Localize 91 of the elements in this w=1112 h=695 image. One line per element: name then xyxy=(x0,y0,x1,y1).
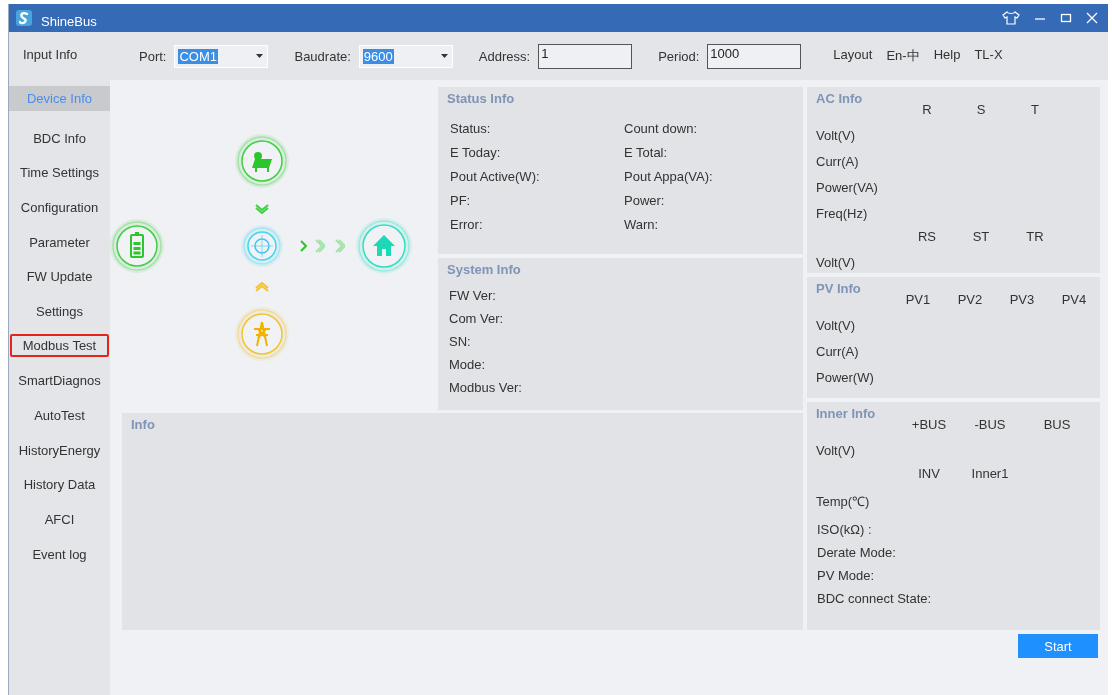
field-label: Pout Appa(VA): xyxy=(624,169,714,184)
row-label: Curr(A) xyxy=(816,153,860,171)
section-label: Input Info xyxy=(22,46,79,62)
chevron-right-icon xyxy=(300,240,307,252)
window-title: ShineBus xyxy=(41,13,97,29)
input-field[interactable]: 1000 xyxy=(707,43,802,69)
chevron-down-icon xyxy=(255,204,269,214)
menu-item[interactable]: En-中 xyxy=(886,47,920,65)
row-label: Power(VA) xyxy=(816,179,879,197)
battery-icon xyxy=(109,218,165,274)
panel-title: Info xyxy=(131,417,156,434)
sidebar-item[interactable]: Time Settings xyxy=(9,155,110,191)
column-header: INV xyxy=(917,466,941,483)
column-header: PV4 xyxy=(1060,292,1088,309)
column-header: S xyxy=(975,102,987,119)
sidebar-item[interactable]: AutoTest xyxy=(9,398,110,433)
chevron-right-icon xyxy=(335,239,345,253)
sidebar-item[interactable]: Parameter xyxy=(9,224,110,260)
panel-title: AC Info xyxy=(816,91,864,108)
chevron-right-icon xyxy=(315,239,325,253)
power-tower-icon xyxy=(234,306,290,362)
chevron-up-icon xyxy=(255,282,269,292)
maximize-icon[interactable] xyxy=(1060,12,1072,24)
close-icon[interactable] xyxy=(1086,12,1098,24)
menu-item[interactable]: Layout xyxy=(833,47,873,65)
sidebar-item[interactable]: Event log xyxy=(9,536,110,572)
house-icon xyxy=(355,217,413,275)
sidebar-item[interactable]: Settings xyxy=(9,294,110,329)
column-header: ST xyxy=(971,229,991,246)
row-label: Curr(A) xyxy=(816,343,860,361)
sidebar-item[interactable]: History Data xyxy=(9,467,110,503)
panel-title: Status Info xyxy=(447,91,516,108)
field-label: Period: xyxy=(658,48,700,64)
field-label: E Total: xyxy=(624,145,669,160)
field-label: Power: xyxy=(624,193,666,208)
solar-panel-icon xyxy=(234,133,290,189)
sidebar-item[interactable]: HistoryEnergy xyxy=(9,432,110,468)
sidebar-item[interactable]: BDC Info xyxy=(9,120,110,156)
field-label: SN: xyxy=(449,334,472,349)
app-logo-icon xyxy=(15,9,33,27)
row-label: Freq(Hz) xyxy=(816,205,869,223)
column-header: PV3 xyxy=(1008,292,1036,309)
row-label: Volt(V) xyxy=(816,254,856,272)
field-label: Error: xyxy=(450,217,484,232)
sidebar-item[interactable]: Configuration xyxy=(9,190,110,225)
caret-icon xyxy=(440,54,448,58)
menu-item[interactable]: TL-X xyxy=(974,47,1003,65)
column-header: R xyxy=(921,102,933,119)
shirt-icon[interactable] xyxy=(1002,11,1020,25)
field-label: ISO(kΩ) : xyxy=(816,522,873,537)
panel-title: PV Info xyxy=(816,281,862,298)
field-label: Count down: xyxy=(624,121,698,136)
field-label: Com Ver: xyxy=(449,311,505,326)
field-label: FW Ver: xyxy=(449,288,497,303)
field-label: Derate Mode: xyxy=(816,545,897,560)
column-header: Inner1 xyxy=(970,466,1010,483)
field-label: Address: xyxy=(478,48,531,64)
field-label: Warn: xyxy=(624,217,660,232)
row-label: Volt(V) xyxy=(816,317,856,335)
field-label: PF: xyxy=(450,193,472,208)
menu-item[interactable]: Help xyxy=(933,47,961,65)
panel-title: Inner Info xyxy=(816,406,877,423)
column-header: +BUS xyxy=(910,417,948,434)
row-label: Volt(V) xyxy=(816,127,856,145)
column-header: TR xyxy=(1025,229,1045,246)
field-label: Modbus Ver: xyxy=(449,380,523,395)
row-label: Temp(℃) xyxy=(816,493,871,511)
column-header: T xyxy=(1030,102,1040,119)
field-label: BDC connect State: xyxy=(816,591,933,606)
field-label: Pout Active(W): xyxy=(450,169,541,184)
field-label: PV Mode: xyxy=(816,568,876,583)
column-header: PV1 xyxy=(904,292,932,309)
sidebar-item[interactable]: SmartDiagnos xyxy=(9,363,110,399)
field-label: Baudrate: xyxy=(294,48,351,64)
column-header: -BUS xyxy=(973,417,1007,434)
row-label: Volt(V) xyxy=(816,442,856,460)
panel-title: System Info xyxy=(447,262,522,279)
row-label: Power(W) xyxy=(816,369,875,387)
field-label: Mode: xyxy=(449,357,487,372)
column-header: RS xyxy=(916,229,938,246)
converter-icon xyxy=(240,224,284,268)
field-label: Status: xyxy=(450,121,492,136)
field-label: Port: xyxy=(139,48,167,64)
caret-icon xyxy=(256,54,264,58)
column-header: BUS xyxy=(1042,417,1072,434)
sidebar-item[interactable]: AFCI xyxy=(9,502,110,537)
sidebar-item[interactable]: Modbus Test xyxy=(10,333,109,357)
field-label: E Today: xyxy=(450,145,502,160)
sidebar-item[interactable]: FW Update xyxy=(9,259,110,295)
input-field[interactable]: 1 xyxy=(538,43,633,69)
column-header: PV2 xyxy=(956,292,984,309)
